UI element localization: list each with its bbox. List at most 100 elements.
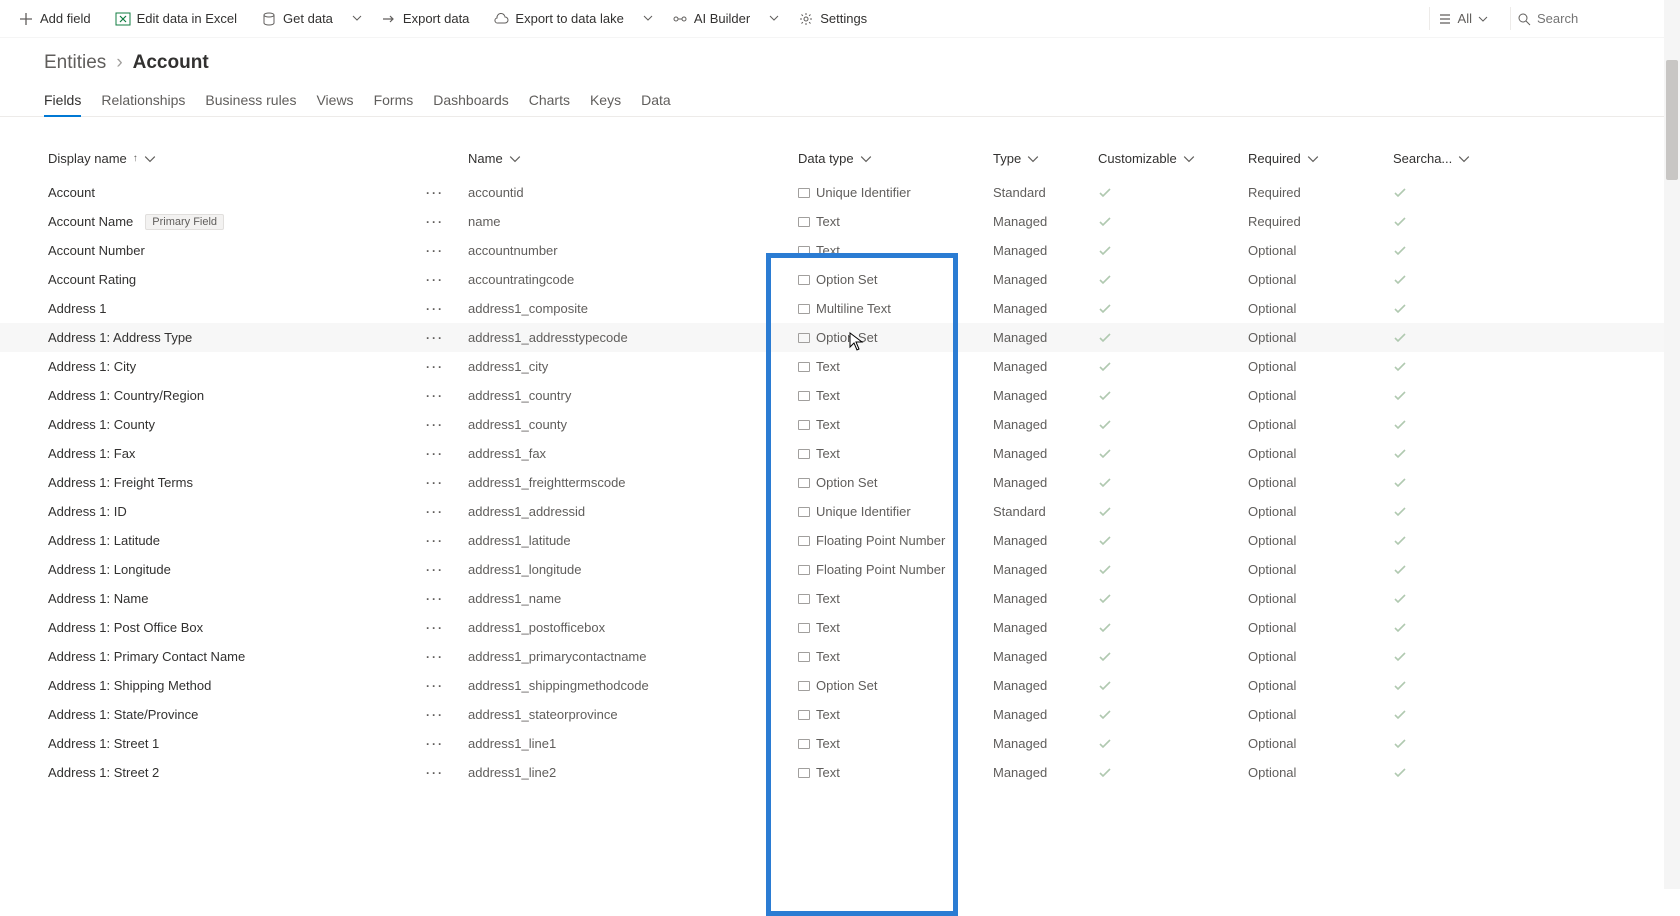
table-row[interactable]: Account NamePrimary Field···nameTextMana… xyxy=(0,207,1680,236)
cell-searchable xyxy=(1393,737,1473,751)
cell-datatype: Option Set xyxy=(798,475,993,490)
datatype-icon xyxy=(798,420,810,430)
table-row[interactable]: Address 1: Post Office Box···address1_po… xyxy=(0,613,1680,642)
export-lake-chevron[interactable] xyxy=(640,12,656,26)
check-icon xyxy=(1098,650,1112,664)
cell-name: address1_name xyxy=(468,591,798,606)
table-row[interactable]: Address 1: Primary Contact Name···addres… xyxy=(0,642,1680,671)
datatype-icon xyxy=(798,710,810,720)
export-data-button[interactable]: Export data xyxy=(373,7,478,31)
row-more-button[interactable]: ··· xyxy=(426,476,444,490)
cell-searchable xyxy=(1393,302,1473,316)
tab-relationships[interactable]: Relationships xyxy=(101,84,185,116)
cell-searchable xyxy=(1393,447,1473,461)
row-more-button[interactable]: ··· xyxy=(426,447,444,461)
add-field-button[interactable]: Add field xyxy=(10,7,99,31)
cell-type: Managed xyxy=(993,649,1098,664)
table-row[interactable]: Address 1: Shipping Method···address1_sh… xyxy=(0,671,1680,700)
ai-builder-chevron[interactable] xyxy=(766,12,782,26)
vertical-scrollbar[interactable] xyxy=(1664,0,1680,889)
row-more-button[interactable]: ··· xyxy=(426,215,444,229)
table-row[interactable]: Address 1: City···address1_cityTextManag… xyxy=(0,352,1680,381)
datatype-icon xyxy=(798,594,810,604)
cell-datatype: Text xyxy=(798,765,993,780)
row-more-button[interactable]: ··· xyxy=(426,708,444,722)
table-row[interactable]: Account Rating···accountratingcodeOption… xyxy=(0,265,1680,294)
get-data-button[interactable]: Get data xyxy=(253,7,341,31)
settings-button[interactable]: Settings xyxy=(790,7,875,31)
row-more-button[interactable]: ··· xyxy=(426,302,444,316)
table-row[interactable]: Address 1: Street 1···address1_line1Text… xyxy=(0,729,1680,758)
row-more-button[interactable]: ··· xyxy=(426,186,444,200)
view-all-button[interactable]: All xyxy=(1429,7,1496,30)
table-row[interactable]: Address 1: Longitude···address1_longitud… xyxy=(0,555,1680,584)
row-more-button[interactable]: ··· xyxy=(426,273,444,287)
table-row[interactable]: Address 1: Country/Region···address1_cou… xyxy=(0,381,1680,410)
cell-name: accountid xyxy=(468,185,798,200)
row-more-button[interactable]: ··· xyxy=(426,621,444,635)
table-row[interactable]: Address 1: ID···address1_addressidUnique… xyxy=(0,497,1680,526)
check-icon xyxy=(1393,592,1407,606)
tab-fields[interactable]: Fields xyxy=(44,84,81,116)
cell-required: Optional xyxy=(1248,562,1393,577)
check-icon xyxy=(1393,302,1407,316)
search-input[interactable] xyxy=(1537,11,1647,26)
cell-customizable xyxy=(1098,563,1248,577)
row-more-button[interactable]: ··· xyxy=(426,534,444,548)
table-row[interactable]: Address 1: Name···address1_nameTextManag… xyxy=(0,584,1680,613)
table-row[interactable]: Address 1: Street 2···address1_line2Text… xyxy=(0,758,1680,787)
cell-customizable xyxy=(1098,534,1248,548)
scrollbar-thumb[interactable] xyxy=(1666,60,1678,180)
cell-searchable xyxy=(1393,331,1473,345)
row-more-button[interactable]: ··· xyxy=(426,766,444,780)
tab-keys[interactable]: Keys xyxy=(590,84,621,116)
get-data-chevron[interactable] xyxy=(349,12,365,26)
table-row[interactable]: Account Number···accountnumberTextManage… xyxy=(0,236,1680,265)
column-name[interactable]: Name xyxy=(468,151,798,166)
check-icon xyxy=(1098,244,1112,258)
column-datatype[interactable]: Data type xyxy=(798,151,993,166)
export-lake-button[interactable]: Export to data lake xyxy=(485,7,631,31)
cell-datatype: Unique Identifier xyxy=(798,504,993,519)
cell-type: Managed xyxy=(993,388,1098,403)
table-row[interactable]: Address 1···address1_compositeMultiline … xyxy=(0,294,1680,323)
row-more-button[interactable]: ··· xyxy=(426,563,444,577)
tab-business-rules[interactable]: Business rules xyxy=(205,84,296,116)
row-more-button[interactable]: ··· xyxy=(426,360,444,374)
row-more-button[interactable]: ··· xyxy=(426,737,444,751)
column-required[interactable]: Required xyxy=(1248,151,1393,166)
edit-excel-button[interactable]: Edit data in Excel xyxy=(107,7,245,31)
table-row[interactable]: Address 1: Address Type···address1_addre… xyxy=(0,323,1680,352)
table-row[interactable]: Address 1: County···address1_countyTextM… xyxy=(0,410,1680,439)
ai-builder-button[interactable]: AI Builder xyxy=(664,7,758,31)
tab-data[interactable]: Data xyxy=(641,84,671,116)
column-searchable[interactable]: Searcha... xyxy=(1393,151,1473,166)
column-customizable[interactable]: Customizable xyxy=(1098,151,1248,166)
row-more-button[interactable]: ··· xyxy=(426,389,444,403)
cell-display-name: Address 1: Country/Region··· xyxy=(48,388,468,403)
row-more-button[interactable]: ··· xyxy=(426,505,444,519)
row-more-button[interactable]: ··· xyxy=(426,679,444,693)
row-more-button[interactable]: ··· xyxy=(426,650,444,664)
cell-name: address1_freighttermscode xyxy=(468,475,798,490)
table-row[interactable]: Address 1: Freight Terms···address1_frei… xyxy=(0,468,1680,497)
tab-forms[interactable]: Forms xyxy=(374,84,414,116)
table-row[interactable]: Account···accountidUnique IdentifierStan… xyxy=(0,178,1680,207)
breadcrumb-root[interactable]: Entities xyxy=(44,52,106,74)
row-more-button[interactable]: ··· xyxy=(426,244,444,258)
tab-charts[interactable]: Charts xyxy=(529,84,570,116)
row-more-button[interactable]: ··· xyxy=(426,418,444,432)
search-box[interactable] xyxy=(1510,7,1670,30)
cell-display-name: Address 1: Latitude··· xyxy=(48,533,468,548)
cell-required: Optional xyxy=(1248,272,1393,287)
export-lake-label: Export to data lake xyxy=(515,11,623,26)
row-more-button[interactable]: ··· xyxy=(426,331,444,345)
table-row[interactable]: Address 1: Fax···address1_faxTextManaged… xyxy=(0,439,1680,468)
tab-views[interactable]: Views xyxy=(316,84,353,116)
table-row[interactable]: Address 1: Latitude···address1_latitudeF… xyxy=(0,526,1680,555)
row-more-button[interactable]: ··· xyxy=(426,592,444,606)
column-display-name[interactable]: Display name↑ xyxy=(48,151,468,166)
tab-dashboards[interactable]: Dashboards xyxy=(433,84,509,116)
column-type[interactable]: Type xyxy=(993,151,1098,166)
table-row[interactable]: Address 1: State/Province···address1_sta… xyxy=(0,700,1680,729)
